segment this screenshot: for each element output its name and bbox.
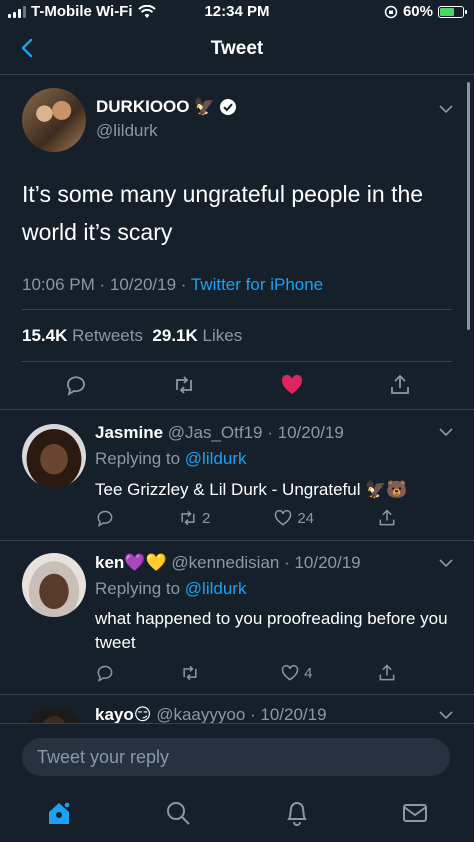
tweet-author-name[interactable]: DURKIOOO 🦅 [96, 97, 237, 117]
tweet-stats: 15.4K Retweets 29.1K Likes [22, 326, 242, 346]
reply-handle-date: @Jas_Otf19 · 10/20/19 [163, 423, 344, 442]
reply-author-name[interactable]: Jasmine [95, 423, 163, 442]
notifications-bell-icon[interactable] [283, 799, 311, 827]
reply-tweet[interactable]: kayo😏 @kaayyyoo · 10/20/19 [0, 695, 474, 723]
tweet-actions [64, 373, 412, 397]
orientation-lock-icon [384, 5, 398, 18]
chevron-down-icon[interactable] [438, 707, 454, 723]
like-icon[interactable] [280, 373, 304, 397]
divider [22, 361, 452, 362]
retweet-button[interactable]: 2 [178, 508, 210, 528]
tab-bar [0, 793, 474, 842]
like-count: 24 [297, 509, 314, 527]
name-emoji: 😏 [133, 705, 152, 723]
avatar[interactable] [22, 553, 86, 617]
reply-text: what happened to you proofreading before… [95, 609, 448, 652]
tweet-timestamp: 10:06 PM · 10/20/19 · [22, 275, 191, 294]
reply-text: Tee Grizzley & Lil Durk - Ungrateful 🦅🐻 [95, 480, 408, 499]
reply-icon[interactable] [64, 373, 88, 397]
replying-handle-link[interactable]: @lildurk [185, 449, 247, 468]
reply-handle-date: @kennedisian · 10/20/19 [166, 553, 361, 572]
share-icon[interactable] [388, 373, 412, 397]
share-icon[interactable] [377, 663, 397, 683]
reply-header: ken💜💛 @kennedisian · 10/20/19 [95, 553, 361, 573]
reply-icon[interactable] [95, 508, 115, 528]
like-button[interactable]: 24 [273, 508, 314, 528]
reply-input[interactable]: Tweet your reply [22, 738, 450, 776]
name-emoji: 🦅 [193, 97, 215, 116]
reply-actions: 4 [95, 663, 397, 683]
reply-header: kayo😏 @kaayyyoo · 10/20/19 [95, 705, 327, 723]
reply-tweet[interactable]: ken💜💛 @kennedisian · 10/20/19 Replying t… [0, 541, 474, 694]
retweets-label: Retweets [67, 326, 143, 345]
tweet-text: It’s some many ungrateful people in the … [22, 181, 424, 245]
status-bar: T-Mobile Wi-Fi 12:34 PM 60% [0, 0, 474, 24]
like-icon [281, 664, 299, 681]
navbar: Tweet [0, 24, 474, 75]
like-count[interactable]: 29.1K [152, 326, 197, 345]
reply-tweet[interactable]: Jasmine @Jas_Otf19 · 10/20/19 Replying t… [0, 410, 474, 540]
divider [22, 309, 452, 310]
avatar[interactable] [22, 424, 86, 488]
likes-label: Likes [197, 326, 243, 345]
chevron-down-icon[interactable] [438, 555, 454, 571]
retweet-count[interactable]: 15.4K [22, 326, 67, 345]
battery-percent: 60% [402, 3, 433, 20]
author-name-text: DURKIOOO [96, 97, 190, 116]
reply-author-name[interactable]: ken [95, 553, 124, 572]
reply-handle-date: @kaayyyoo · 10/20/19 [151, 705, 327, 723]
like-count: 4 [304, 664, 313, 682]
messages-mail-icon[interactable] [401, 799, 429, 827]
scrollbar[interactable] [467, 82, 470, 330]
replying-to: Replying to @lildurk [95, 449, 246, 469]
like-icon [275, 509, 292, 526]
search-icon[interactable] [164, 799, 192, 827]
reply-icon[interactable] [95, 663, 115, 683]
page-title: Tweet [210, 38, 264, 59]
retweet-button[interactable] [180, 663, 204, 683]
replying-label: Replying to [95, 579, 185, 598]
tweet-source-link[interactable]: Twitter for iPhone [191, 275, 323, 294]
retweet-count: 2 [201, 509, 211, 527]
avatar[interactable] [22, 88, 86, 152]
replying-handle-link[interactable]: @lildurk [185, 579, 247, 598]
replying-to: Replying to @lildurk [95, 579, 246, 599]
retweet-icon[interactable] [172, 373, 196, 397]
battery-icon [438, 5, 467, 18]
verified-badge-icon [219, 99, 236, 115]
home-icon[interactable] [45, 799, 73, 827]
reply-composer: Tweet your reply [0, 723, 474, 794]
avatar[interactable] [22, 707, 86, 723]
retweet-icon [182, 665, 197, 681]
reply-actions: 2 24 [95, 508, 397, 528]
like-button[interactable]: 4 [280, 663, 312, 683]
tweet-meta: 10:06 PM · 10/20/19 · Twitter for iPhone [22, 275, 323, 295]
share-icon[interactable] [377, 508, 397, 528]
name-emoji: 💜💛 [124, 553, 167, 572]
chevron-down-icon[interactable] [438, 424, 454, 440]
reply-author-name[interactable]: kayo [95, 705, 134, 723]
tweet-author-handle[interactable]: @lildurk [96, 121, 158, 141]
chevron-down-icon[interactable] [438, 101, 454, 117]
reply-header: Jasmine @Jas_Otf19 · 10/20/19 [95, 423, 344, 443]
retweet-icon [181, 510, 195, 526]
replying-label: Replying to [95, 449, 185, 468]
